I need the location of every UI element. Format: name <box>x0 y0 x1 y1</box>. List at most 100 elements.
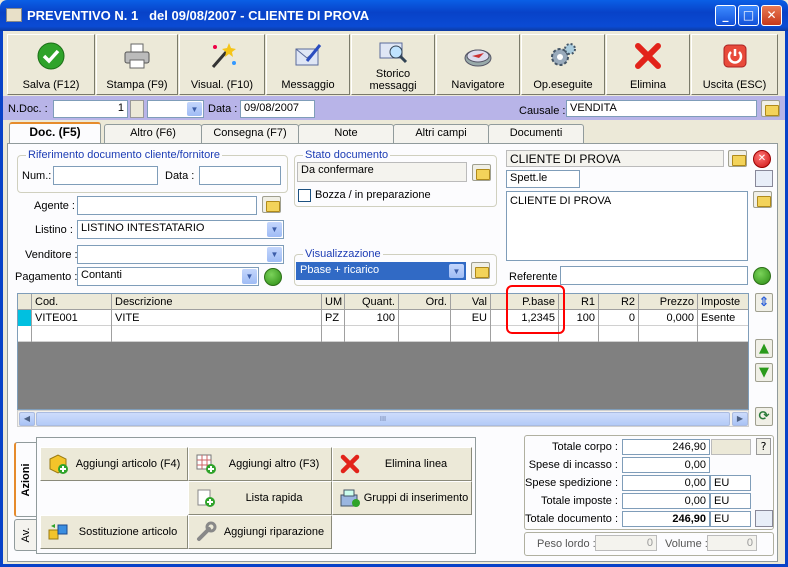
cell-ord[interactable] <box>399 310 451 326</box>
navigator-button[interactable]: Navigatore <box>436 34 520 95</box>
move-down-icon[interactable]: ▼ <box>755 363 773 382</box>
insert-groups-button[interactable]: Gruppi di inserimento <box>332 481 472 515</box>
venditore-select[interactable]: ▼ <box>77 245 284 264</box>
customer-folder-icon[interactable] <box>728 150 747 167</box>
compass-icon <box>464 49 492 67</box>
ndoc-input[interactable]: 1 <box>53 100 128 118</box>
address-search-icon[interactable] <box>755 170 773 187</box>
col-r1[interactable]: R1 <box>559 294 599 310</box>
cell-um[interactable]: PZ <box>322 310 345 326</box>
pagamento-confirm-icon[interactable] <box>264 268 282 286</box>
tab-doc[interactable]: Doc. (F5) <box>9 122 101 144</box>
table-row-empty[interactable] <box>18 326 748 342</box>
clear-customer-icon[interactable]: ✕ <box>753 150 771 168</box>
col-r2[interactable]: R2 <box>599 294 639 310</box>
cell-r2[interactable]: 0 <box>599 310 639 326</box>
causale-folder-icon[interactable] <box>761 100 780 117</box>
col-cod[interactable]: Cod. <box>32 294 112 310</box>
red-x-icon <box>635 43 661 69</box>
col-ord[interactable]: Ord. <box>399 294 451 310</box>
scroll-thumb[interactable]: III <box>36 412 730 426</box>
referente-confirm-icon[interactable] <box>753 267 771 285</box>
tab-altri-campi[interactable]: Altri campi <box>393 124 489 143</box>
red-x-icon <box>340 454 360 474</box>
grid-header: Cod. Descrizione UM Quant. Ord. Val P.ba… <box>18 294 748 310</box>
quick-list-button[interactable]: Lista rapida <box>188 481 332 515</box>
pbase-highlight <box>506 285 565 334</box>
table-row[interactable]: VITE001 VITE PZ 100 EU 1,2345 100 0 0,00… <box>18 310 748 326</box>
cell-prezzo[interactable]: 0,000 <box>639 310 698 326</box>
agente-folder-icon[interactable] <box>262 196 281 213</box>
corpo-label: Totale corpo : <box>551 441 618 453</box>
scroll-left-icon[interactable]: ◀ <box>19 412 35 426</box>
grid-horizontal-scrollbar[interactable]: ◀ III ▶ <box>17 410 749 427</box>
message-button[interactable]: Messaggio <box>266 34 350 95</box>
customer-address[interactable]: CLIENTE DI PROVA <box>506 191 748 261</box>
exit-button[interactable]: Uscita (ESC) <box>691 34 778 95</box>
replace-article-button[interactable]: Sostituzione articolo <box>40 515 188 549</box>
tab-av[interactable]: Av. <box>14 519 36 551</box>
col-um[interactable]: UM <box>322 294 345 310</box>
tab-consegna[interactable]: Consegna (F7) <box>201 124 299 143</box>
add-other-button[interactable]: Aggiungi altro (F3) <box>188 447 332 481</box>
move-up-icon[interactable]: ▲ <box>755 339 773 358</box>
referente-input[interactable] <box>560 266 748 285</box>
add-box-icon <box>49 454 68 474</box>
cell-quant[interactable]: 100 <box>345 310 399 326</box>
cell-imposte[interactable]: Esente <box>698 310 748 326</box>
col-descrizione[interactable]: Descrizione <box>112 294 322 310</box>
bozza-checkbox[interactable] <box>298 189 311 202</box>
tab-note[interactable]: Note <box>298 124 394 143</box>
tab-azioni[interactable]: Azioni <box>14 442 36 517</box>
agente-input[interactable] <box>77 196 257 215</box>
delete-line-button[interactable]: Elimina linea <box>332 447 472 481</box>
salutation-input[interactable]: Spett.le <box>506 170 580 188</box>
cell-r1[interactable]: 100 <box>559 310 599 326</box>
series-select[interactable]: ▼ <box>147 100 204 118</box>
totals-zoom-icon[interactable] <box>755 510 773 527</box>
items-grid[interactable]: Cod. Descrizione UM Quant. Ord. Val P.ba… <box>17 293 749 410</box>
grid-refresh-icon[interactable]: ⟳ <box>755 407 773 426</box>
help-button[interactable]: ? <box>756 438 771 455</box>
wrench-icon <box>197 521 217 541</box>
listino-select[interactable]: LISTINO INTESTATARIO ▼ <box>77 220 284 239</box>
add-article-button[interactable]: Aggiungi articolo (F4) <box>40 447 188 481</box>
address-folder-icon[interactable] <box>753 191 772 208</box>
minimize-button[interactable]: _ <box>715 5 736 26</box>
status-folder-icon[interactable] <box>472 164 491 181</box>
ref-date-input[interactable] <box>199 166 281 185</box>
pagamento-select[interactable]: Contanti ▼ <box>77 267 259 286</box>
ndoc-label: N.Doc. : <box>8 103 48 115</box>
message-history-button[interactable]: Storico messaggi <box>351 34 435 95</box>
listino-label: Listino : <box>35 224 73 236</box>
cell-cod[interactable]: VITE001 <box>32 310 112 326</box>
date-input[interactable]: 09/08/2007 <box>240 100 315 118</box>
ndoc-spin-button[interactable] <box>130 100 144 118</box>
cell-val[interactable]: EU <box>451 310 491 326</box>
tab-documenti[interactable]: Documenti <box>488 124 584 143</box>
listino-value: LISTINO INTESTATARIO <box>81 222 205 234</box>
num-input[interactable] <box>53 166 158 185</box>
add-repair-button[interactable]: Aggiungi riparazione <box>188 515 332 549</box>
delete-button[interactable]: Elimina <box>606 34 690 95</box>
maximize-button[interactable]: □ <box>738 5 759 26</box>
tab-altro[interactable]: Altro (F6) <box>104 124 202 143</box>
print-button[interactable]: Stampa (F9) <box>96 34 178 95</box>
view-select[interactable]: Pbase + ricarico ▼ <box>296 262 466 280</box>
ref-date-label: Data : <box>165 170 195 182</box>
move-top-icon[interactable]: ⇕ <box>755 293 773 312</box>
col-quant[interactable]: Quant. <box>345 294 399 310</box>
cell-descrizione[interactable]: VITE <box>112 310 322 326</box>
causale-input[interactable]: VENDITA <box>566 100 757 117</box>
actions-area: Azioni Av. Aggiungi articolo (F4) Aggiun… <box>14 437 476 554</box>
view-folder-icon[interactable] <box>471 262 490 279</box>
venditore-label: Venditore : <box>25 249 78 261</box>
close-button[interactable]: ✕ <box>761 5 782 26</box>
col-val[interactable]: Val <box>451 294 491 310</box>
preview-button[interactable]: Visual. (F10) <box>179 34 265 95</box>
scroll-right-icon[interactable]: ▶ <box>732 412 748 426</box>
operations-done-button[interactable]: Op.eseguite <box>521 34 605 95</box>
col-prezzo[interactable]: Prezzo <box>639 294 698 310</box>
save-button[interactable]: Salva (F12) <box>7 34 95 95</box>
col-imposte[interactable]: Imposte <box>698 294 748 310</box>
